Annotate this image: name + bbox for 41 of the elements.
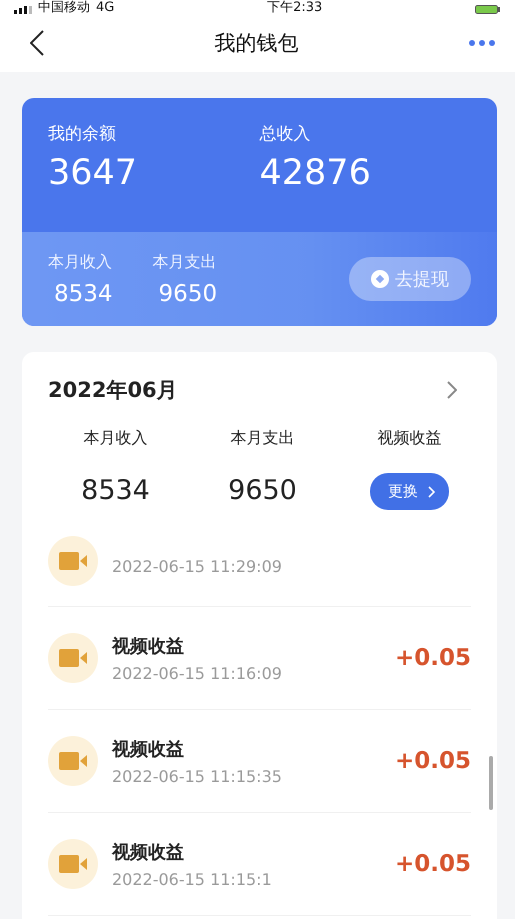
more-icon[interactable] (469, 40, 495, 46)
carrier-name: 中国移动 (38, 0, 90, 14)
record-amount: +0.05 (394, 748, 471, 774)
record-title: 视频收益 (112, 840, 185, 864)
video-camera-icon (59, 855, 87, 873)
record-time: 2022-06-15 11:16:09 (112, 664, 283, 682)
record-time: 2022-06-15 11:29:09 (112, 557, 283, 576)
record-title: 视频收益 (112, 634, 185, 658)
expense-label: 本月支出 (230, 428, 294, 449)
record-amount: +0.05 (394, 645, 471, 671)
signal-icon (14, 6, 32, 14)
diamond-coin-icon (371, 270, 389, 288)
record-title: 视频收益 (112, 738, 185, 760)
balance-label: 我的余额 (48, 123, 117, 145)
switch-button[interactable]: 更换 (370, 473, 449, 510)
month-expense-value: 9650 (158, 280, 218, 306)
income-value: 8534 (81, 475, 150, 506)
back-icon[interactable] (30, 30, 44, 56)
scrollbar (489, 756, 493, 810)
clock-time: 下午2:33 (267, 1, 322, 14)
network-type: 4G (96, 0, 114, 14)
expense-value: 9650 (228, 475, 297, 506)
chevron-right-icon (428, 486, 435, 498)
record-amount: +0.05 (394, 851, 471, 877)
video-camera-icon (59, 649, 87, 667)
total-income-value: 42876 (260, 153, 372, 193)
month-income-label: 本月收入 (48, 252, 113, 272)
month-title: 2022年06月 (48, 377, 178, 404)
chevron-right-icon[interactable] (447, 381, 457, 399)
month-expense-label: 本月支出 (152, 252, 218, 272)
type-label: 视频收益 (378, 428, 442, 449)
record-time: 2022-06-15 11:15:1 (112, 870, 273, 888)
balance-value: 3647 (48, 153, 138, 193)
battery-icon (475, 5, 501, 14)
month-income-value: 8534 (53, 280, 113, 306)
total-income-label: 总收入 (260, 123, 312, 145)
page-title: 我的钱包 (214, 30, 298, 57)
video-camera-icon (59, 752, 87, 770)
record-time: 2022-06-15 11:15:35 (112, 766, 283, 786)
income-label: 本月收入 (84, 428, 148, 449)
video-camera-icon (59, 552, 87, 570)
